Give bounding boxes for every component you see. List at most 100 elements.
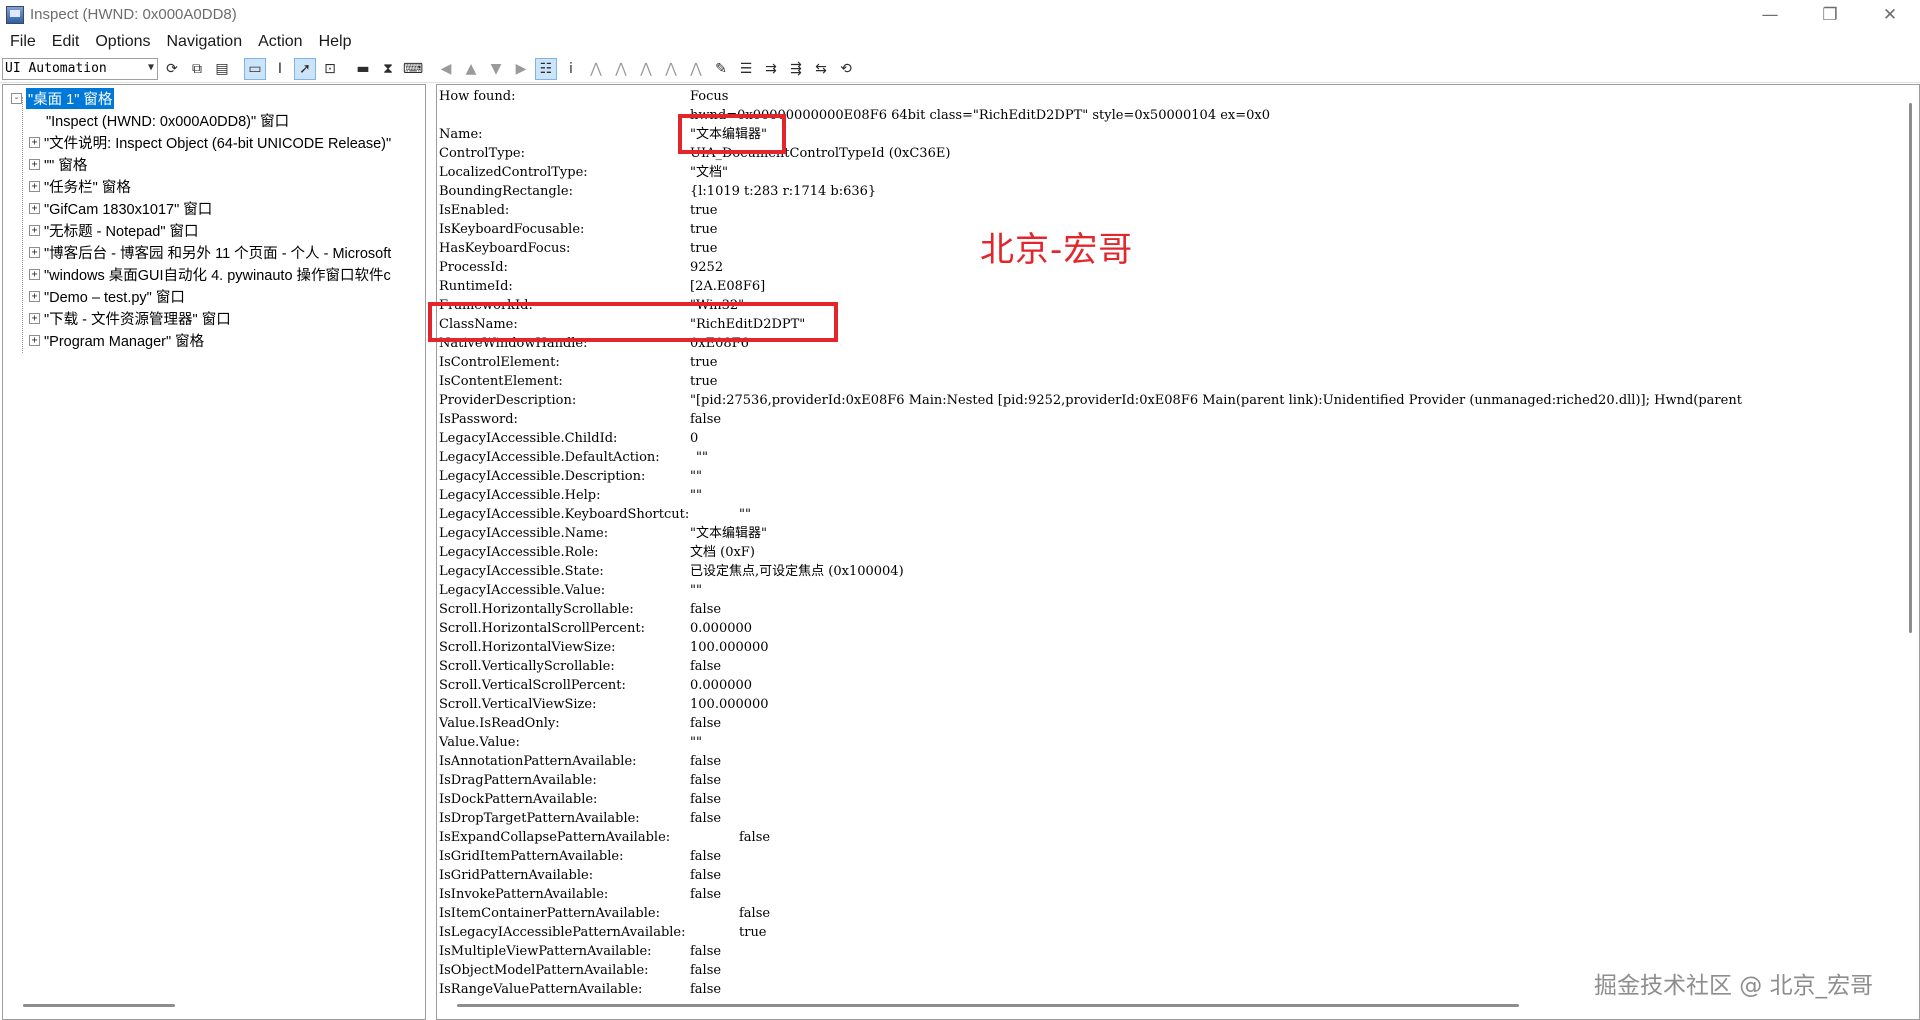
maximize-button[interactable]: ❐ — [1800, 0, 1860, 29]
expand-icon[interactable]: + — [29, 136, 40, 148]
copy-icon[interactable]: ⧉ — [186, 58, 208, 80]
property-row[interactable]: HasKeyboardFocus: true — [439, 239, 1899, 258]
property-row[interactable]: IsPassword: false — [439, 410, 1899, 429]
caret-icon[interactable]: I — [269, 58, 291, 80]
horizontal-scrollbar[interactable] — [457, 1004, 1519, 1007]
expand-icon[interactable]: + — [29, 290, 40, 302]
first-child-icon[interactable]: ⋀ — [610, 58, 632, 80]
tree-item[interactable]: + "windows 桌面GUI自动化 4. pywinauto 操作窗口软件c — [29, 263, 391, 285]
last-child-icon[interactable]: ⋀ — [685, 58, 707, 80]
tree-item-desktop[interactable]: - "桌面 1" 窗格 — [11, 87, 115, 109]
pointer-icon[interactable]: ➚ — [294, 57, 316, 80]
property-row[interactable]: RuntimeId: [2A.E08F6] — [439, 277, 1899, 296]
tree-item[interactable]: + "Program Manager" 窗格 — [29, 329, 204, 351]
property-row[interactable]: IsContentElement: true — [439, 372, 1899, 391]
property-row[interactable]: Name: "文本编辑器" — [439, 125, 1899, 144]
tree-item[interactable]: + "文件说明: Inspect Object (64-bit UNICODE … — [29, 131, 391, 153]
tree-item-label[interactable]: "桌面 1" 窗格 — [26, 87, 115, 109]
property-row[interactable]: Scroll.VerticalViewSize: 100.000000 — [439, 695, 1899, 714]
mode-select[interactable]: UI Automation ▼ — [2, 57, 158, 80]
tree-item-label[interactable]: "Demo – test.py" 窗口 — [44, 286, 185, 307]
tree-item-label[interactable]: "任务栏" 窗格 — [44, 176, 131, 197]
menu-help[interactable]: Help — [311, 33, 360, 51]
show-rect-icon[interactable]: ▬ — [352, 58, 374, 80]
focus-icon[interactable]: ⊡ — [319, 58, 341, 80]
hourglass-icon[interactable]: ⧗ — [377, 58, 399, 80]
close-button[interactable]: ✕ — [1860, 0, 1920, 29]
property-row[interactable]: Scroll.VerticalScrollPercent: 0.000000 — [439, 676, 1899, 695]
property-row[interactable]: LegacyIAccessible.Name: "文本编辑器" — [439, 524, 1899, 543]
property-row[interactable]: IsDropTargetPatternAvailable: false — [439, 809, 1899, 828]
property-row[interactable]: IsAnnotationPatternAvailable: false — [439, 752, 1899, 771]
property-row[interactable]: How found: Focus — [439, 87, 1899, 106]
refresh-tree-icon[interactable]: ⟲ — [835, 58, 857, 80]
expand-icon[interactable]: + — [29, 202, 40, 214]
tree-item-inspect[interactable]: "Inspect (HWND: 0x000A0DD8)" 窗口 — [46, 109, 289, 131]
property-row[interactable]: IsExpandCollapsePatternAvailable: false — [439, 828, 1899, 847]
collapse-icon[interactable]: - — [11, 92, 22, 104]
tree-item-label[interactable]: "" 窗格 — [44, 154, 87, 175]
property-row[interactable]: LegacyIAccessible.Value: "" — [439, 581, 1899, 600]
nav-up-icon[interactable]: ▲ — [460, 58, 482, 80]
property-row[interactable]: BoundingRectangle: {l:1019 t:283 r:1714 b… — [439, 182, 1899, 201]
parent-icon[interactable]: ⋀ — [585, 58, 607, 80]
property-row[interactable]: IsControlElement: true — [439, 353, 1899, 372]
property-row[interactable]: IsDragPatternAvailable: false — [439, 771, 1899, 790]
property-row[interactable]: LegacyIAccessible.Role: 文档 (0xF) — [439, 543, 1899, 562]
property-row[interactable]: LegacyIAccessible.Description: "" — [439, 467, 1899, 486]
property-row[interactable]: LocalizedControlType: "文档" — [439, 163, 1899, 182]
tree-item[interactable]: + "无标题 - Notepad" 窗口 — [29, 219, 199, 241]
property-row[interactable]: IsMultipleViewPatternAvailable: false — [439, 942, 1899, 961]
tree-copy-icon[interactable]: ▤ — [211, 58, 233, 80]
property-row[interactable]: LegacyIAccessible.KeyboardShortcut: "" — [439, 505, 1899, 524]
tree-item-label[interactable]: "下载 - 文件资源管理器" 窗口 — [44, 308, 231, 329]
expand-icon[interactable]: + — [29, 334, 40, 346]
nav-forward-icon[interactable]: ▶ — [510, 58, 532, 80]
property-row[interactable]: Scroll.VerticallyScrollable: false — [439, 657, 1899, 676]
tree-item[interactable]: + "" 窗格 — [29, 153, 87, 175]
properties-pane[interactable]: How found: Focus hwnd=0x00000000000E08F6 6… — [436, 84, 1920, 1020]
settings-icon[interactable]: ⇉ — [760, 58, 782, 80]
expand-icon[interactable]: + — [29, 246, 40, 258]
tree-item-label[interactable]: "博客后台 - 博客园 和另外 11 个页面 - 个人 - Microsoft — [44, 242, 391, 263]
expand-icon[interactable]: + — [29, 158, 40, 170]
property-row[interactable]: IsGridPatternAvailable: false — [439, 866, 1899, 885]
info-icon[interactable]: ⅰ — [560, 58, 582, 80]
tree-item-label[interactable]: "文件说明: Inspect Object (64-bit UNICODE Re… — [44, 132, 391, 153]
menu-edit[interactable]: Edit — [44, 33, 88, 51]
property-row[interactable]: Value.Value: "" — [439, 733, 1899, 752]
property-row[interactable]: LegacyIAccessible.DefaultAction: "" — [439, 448, 1899, 467]
highlight-rect-icon[interactable]: ▭ — [244, 57, 266, 80]
property-row[interactable]: ProviderDescription: "[pid:27536,provider… — [439, 391, 1899, 410]
expand-icon[interactable]: ⇶ — [785, 58, 807, 80]
horizontal-scrollbar[interactable] — [23, 1004, 175, 1007]
expand-icon[interactable]: + — [29, 180, 40, 192]
expand-icon[interactable]: + — [29, 268, 40, 280]
property-row[interactable]: IsKeyboardFocusable: true — [439, 220, 1899, 239]
property-row[interactable]: hwnd=0x00000000000E08F6 64bit class="Ric… — [439, 106, 1899, 125]
next-sibling-icon[interactable]: ⋀ — [635, 58, 657, 80]
property-row[interactable]: Scroll.HorizontalViewSize: 100.000000 — [439, 638, 1899, 657]
property-row[interactable]: Scroll.HorizontallyScrollable: false — [439, 600, 1899, 619]
tree-item-label[interactable]: "Program Manager" 窗格 — [44, 330, 204, 351]
property-row[interactable]: Scroll.HorizontalScrollPercent: 0.000000 — [439, 619, 1899, 638]
expand-icon[interactable]: + — [29, 312, 40, 324]
property-row[interactable]: ProcessId: 9252 — [439, 258, 1899, 277]
property-row[interactable]: LegacyIAccessible.Help: "" — [439, 486, 1899, 505]
property-row[interactable]: IsInvokePatternAvailable: false — [439, 885, 1899, 904]
pattern-icon[interactable]: ✎ — [710, 58, 732, 80]
menu-options[interactable]: Options — [87, 33, 158, 51]
refresh-icon[interactable]: ⟳ — [161, 58, 183, 80]
tree-item[interactable]: + "任务栏" 窗格 — [29, 175, 131, 197]
minimize-button[interactable]: — — [1740, 0, 1800, 29]
tree-item[interactable]: + "下载 - 文件资源管理器" 窗口 — [29, 307, 231, 329]
property-row[interactable]: IsLegacyIAccessiblePatternAvailable: true — [439, 923, 1899, 942]
property-row[interactable]: Value.IsReadOnly: false — [439, 714, 1899, 733]
tree-view-icon[interactable]: ☷ — [535, 57, 557, 80]
expand-icon[interactable]: + — [29, 224, 40, 236]
tree-item[interactable]: + "GifCam 1830x1017" 窗口 — [29, 197, 212, 219]
property-row[interactable]: LegacyIAccessible.State: 已设定焦点,可设定焦点 (0x1… — [439, 562, 1899, 581]
tree-item[interactable]: + "博客后台 - 博客园 和另外 11 个页面 - 个人 - Microsof… — [29, 241, 391, 263]
menu-file[interactable]: File — [2, 33, 44, 51]
tree-item-label[interactable]: "无标题 - Notepad" 窗口 — [44, 220, 199, 241]
